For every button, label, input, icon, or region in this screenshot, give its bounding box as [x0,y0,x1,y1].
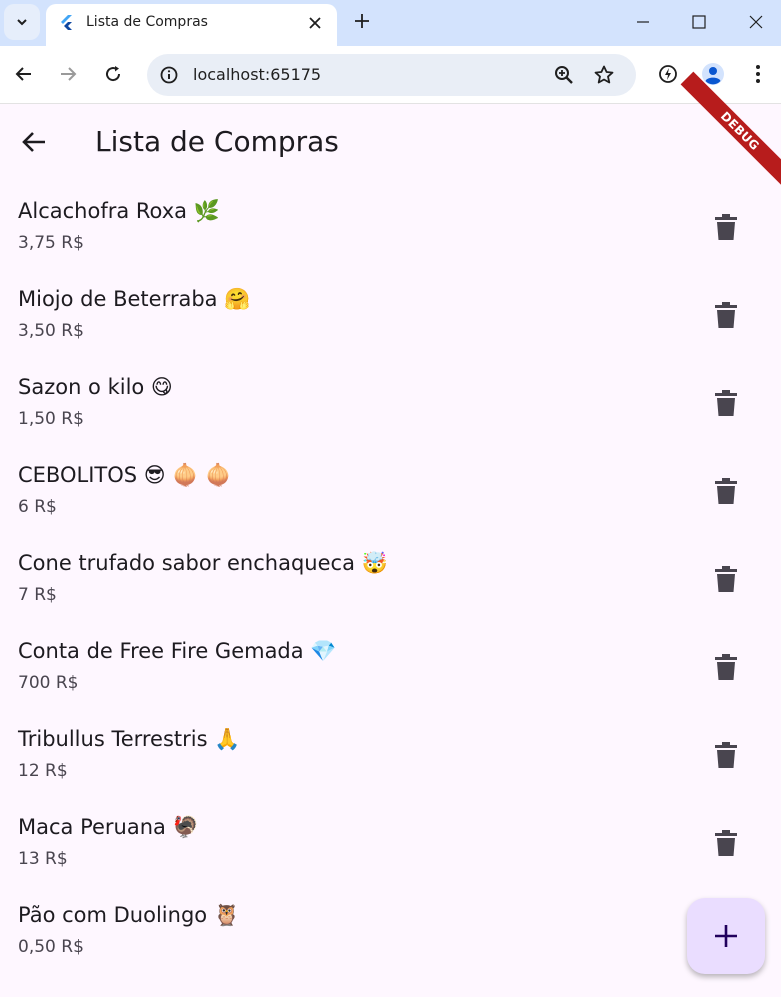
item-name: Sazon o kilo 😋 [18,375,173,399]
site-info-button[interactable] [155,61,183,89]
item-name: Pão com Duolingo 🦉 [18,903,240,927]
list-item[interactable]: Maca Peruana 🦃 13 R$ [0,797,781,885]
bookmark-button[interactable] [591,62,617,88]
item-price: 0,50 R$ [18,937,84,957]
app-bar: Lista de Compras [0,105,781,179]
forward-nav-button[interactable] [52,58,84,90]
tab-title: Lista de Compras [86,14,208,30]
item-price: 1,50 R$ [18,409,84,429]
list-item[interactable]: Alcachofra Roxa 🌿 3,75 R$ [0,181,781,269]
arrow-right-icon [61,67,77,81]
maximize-icon [692,15,706,29]
arrow-left-icon [15,67,31,81]
delete-item-button[interactable] [706,647,746,687]
browser-tab[interactable]: Lista de Compras [46,4,337,46]
delete-item-button[interactable] [706,823,746,863]
item-price: 13 R$ [18,849,68,869]
item-name: Tribullus Terrestris 🙏 [18,727,241,751]
minimize-icon [637,21,649,23]
list-item[interactable]: Sazon o kilo 😋 1,50 R$ [0,357,781,445]
delete-item-button[interactable] [706,295,746,335]
close-icon [749,15,763,29]
browser-menu-button[interactable] [742,58,774,90]
lightning-icon [659,65,677,83]
zoom-button[interactable] [551,62,577,88]
trash-icon [715,302,737,328]
list-item[interactable]: CEBOLITOS 😎 🧅 🧅 6 R$ [0,445,781,533]
delete-item-button[interactable] [706,471,746,511]
url-text: localhost:65175 [193,65,322,84]
close-window-button[interactable] [728,0,781,44]
maximize-button[interactable] [671,0,727,44]
flutter-favicon-icon [61,15,72,30]
item-price: 700 R$ [18,673,79,693]
list-item[interactable]: Miojo de Beterraba 🤗 3,50 R$ [0,269,781,357]
reload-button[interactable] [97,58,129,90]
trash-icon [715,478,737,504]
item-price: 7 R$ [18,585,57,605]
delete-item-button[interactable] [706,559,746,599]
item-name: Cone trufado sabor enchaqueca 🤯 [18,551,388,575]
item-price: 12 R$ [18,761,68,781]
list-item[interactable]: Pão com Duolingo 🦉 0,50 R$ [0,885,781,973]
trash-icon [715,214,737,240]
arrow-left-icon [22,132,45,152]
back-nav-button[interactable] [8,58,40,90]
info-icon [160,66,178,84]
extension-button[interactable] [652,58,684,90]
new-tab-button[interactable] [349,8,375,34]
close-icon [309,17,321,29]
trash-icon [715,654,737,680]
item-name: CEBOLITOS 😎 🧅 🧅 [18,463,232,487]
list-item[interactable]: Tribullus Terrestris 🙏 12 R$ [0,709,781,797]
back-button[interactable] [14,122,54,162]
address-bar[interactable]: localhost:65175 [147,54,636,96]
tab-search-button[interactable] [4,4,40,40]
trash-icon [715,830,737,856]
zoom-icon [555,66,573,84]
star-icon [594,65,614,84]
browser-tab-strip: Lista de Compras [0,0,781,46]
delete-item-button[interactable] [706,735,746,775]
item-price: 6 R$ [18,497,57,517]
item-name: Alcachofra Roxa 🌿 [18,199,220,223]
item-price: 3,75 R$ [18,233,84,253]
delete-item-button[interactable] [706,383,746,423]
item-price: 3,50 R$ [18,321,84,341]
tab-close-button[interactable] [304,12,326,34]
page-title: Lista de Compras [95,125,339,158]
shopping-list: Alcachofra Roxa 🌿 3,75 R$ Miojo de Beterra… [0,181,781,973]
plus-icon [715,925,737,947]
item-name: Maca Peruana 🦃 [18,815,199,839]
reload-icon [106,66,121,82]
browser-toolbar: localhost:65175 [0,46,781,104]
list-item[interactable]: Conta de Free Fire Gemada 💎 700 R$ [0,621,781,709]
delete-item-button[interactable] [706,207,746,247]
trash-icon [715,390,737,416]
chevron-down-icon [17,19,27,26]
plus-icon [355,14,369,28]
item-name: Miojo de Beterraba 🤗 [18,287,251,311]
minimize-button[interactable] [615,0,671,44]
trash-icon [715,566,737,592]
list-item[interactable]: Cone trufado sabor enchaqueca 🤯 7 R$ [0,533,781,621]
item-name: Conta de Free Fire Gemada 💎 [18,639,337,663]
trash-icon [715,742,737,768]
add-item-button[interactable] [687,898,765,974]
kebab-menu-icon [756,65,760,83]
